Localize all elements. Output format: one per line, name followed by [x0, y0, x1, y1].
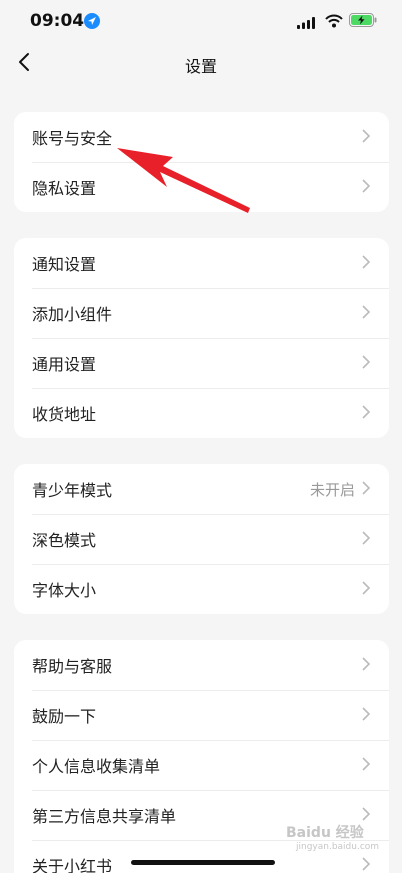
chevron-right-icon	[361, 656, 371, 675]
settings-item-teen-mode[interactable]: 青少年模式 未开启	[14, 464, 389, 514]
chevron-right-icon	[361, 304, 371, 323]
home-indicator[interactable]	[131, 860, 275, 865]
settings-item-label: 收货地址	[32, 405, 97, 424]
settings-item-add-widget[interactable]: 添加小组件	[14, 288, 389, 338]
settings-item-label: 深色模式	[32, 531, 97, 550]
settings-item-label: 通用设置	[32, 355, 97, 374]
settings-item-notifications[interactable]: 通知设置	[14, 238, 389, 288]
settings-item-label: 通知设置	[32, 255, 97, 274]
wifi-icon	[325, 13, 343, 32]
teen-mode-status: 未开启	[309, 480, 355, 499]
settings-item-privacy[interactable]: 隐私设置	[14, 162, 389, 212]
settings-group-account: 账号与安全 隐私设置	[14, 112, 389, 212]
chevron-right-icon	[361, 254, 371, 273]
settings-item-label: 青少年模式	[32, 481, 113, 500]
chevron-right-icon	[361, 530, 371, 549]
chevron-right-icon	[361, 128, 371, 147]
chevron-right-icon	[361, 178, 371, 197]
settings-item-shipping-address[interactable]: 收货地址	[14, 388, 389, 438]
settings-item-dark-mode[interactable]: 深色模式	[14, 514, 389, 564]
page-title: 设置	[184, 57, 217, 76]
settings-item-label: 账号与安全	[32, 129, 113, 148]
settings-item-font-size[interactable]: 字体大小	[14, 564, 389, 614]
chevron-right-icon	[361, 756, 371, 775]
chevron-right-icon	[361, 354, 371, 373]
settings-item-help[interactable]: 帮助与客服	[14, 640, 389, 690]
status-time: 09:04	[30, 11, 85, 31]
status-bar: 09:04	[0, 0, 402, 44]
settings-item-account-security[interactable]: 账号与安全	[14, 112, 389, 162]
settings-group-general: 通知设置 添加小组件 通用设置 收货地址	[14, 238, 389, 438]
chevron-right-icon	[361, 706, 371, 725]
settings-item-label: 帮助与客服	[32, 657, 113, 676]
battery-charging-icon	[349, 12, 377, 31]
chevron-right-icon	[361, 480, 371, 499]
settings-item-label: 鼓励一下	[32, 707, 97, 726]
baidu-watermark: Baidu 经验	[286, 825, 364, 841]
settings-group-display: 青少年模式 未开启 深色模式 字体大小	[14, 464, 389, 614]
settings-item-label: 添加小组件	[32, 305, 113, 324]
settings-item-personal-info-list[interactable]: 个人信息收集清单	[14, 740, 389, 790]
chevron-right-icon	[361, 404, 371, 423]
settings-item-general[interactable]: 通用设置	[14, 338, 389, 388]
nav-bar: 设置	[0, 44, 402, 84]
baidu-watermark-url: jingyan.baidu.com	[296, 842, 380, 852]
settings-item-label: 个人信息收集清单	[32, 757, 161, 776]
location-arrow-icon	[84, 13, 100, 33]
settings-item-label: 隐私设置	[32, 179, 97, 198]
chevron-right-icon	[361, 856, 371, 873]
settings-item-encourage[interactable]: 鼓励一下	[14, 690, 389, 740]
settings-item-label: 字体大小	[32, 581, 97, 600]
chevron-right-icon	[361, 580, 371, 599]
signal-icon	[297, 14, 317, 33]
